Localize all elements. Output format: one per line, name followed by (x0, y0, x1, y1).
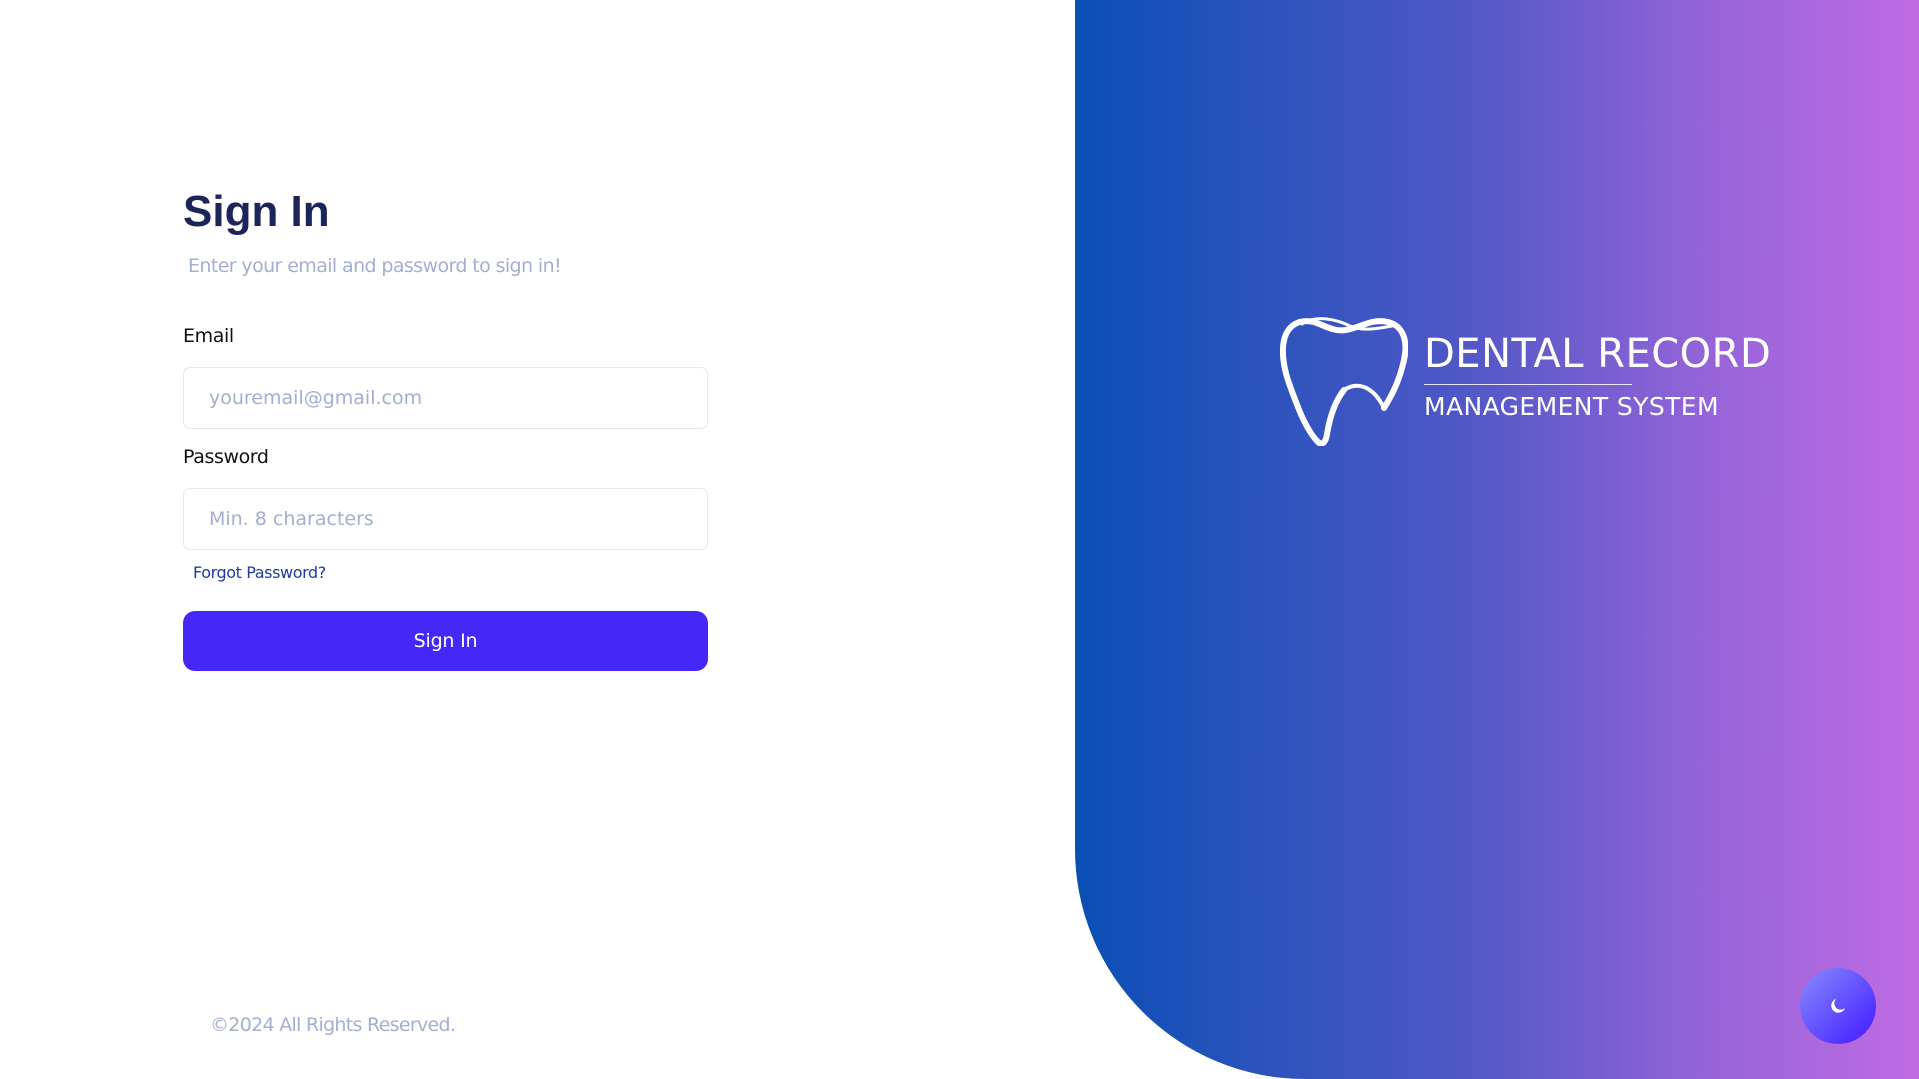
page-title: Sign In (183, 187, 330, 236)
sign-in-button[interactable]: Sign In (183, 611, 708, 671)
copyright-text: ©2024 All Rights Reserved. (210, 1014, 456, 1036)
page-subtitle: Enter your email and password to sign in… (188, 255, 562, 277)
sign-in-form: Sign In Enter your email and password to… (183, 180, 708, 671)
moon-icon (1831, 998, 1846, 1013)
password-label: Password (183, 446, 269, 468)
brand-panel: DENTAL RECORD MANAGEMENT SYSTEM (1075, 0, 1919, 1079)
forgot-password-link[interactable]: Forgot Password? (193, 561, 326, 585)
email-label: Email (183, 325, 234, 347)
sign-in-page: Sign In Enter your email and password to… (0, 0, 1919, 1079)
brand-name-line2: MANAGEMENT SYSTEM (1424, 392, 1719, 421)
brand-divider (1424, 384, 1632, 385)
theme-toggle-button[interactable] (1800, 968, 1876, 1044)
brand-name-line1: DENTAL RECORD (1424, 331, 1772, 377)
password-field[interactable] (183, 488, 708, 550)
tooth-logo-icon (1280, 317, 1408, 446)
brand-logo: DENTAL RECORD MANAGEMENT SYSTEM (1280, 316, 1800, 446)
email-field[interactable] (183, 367, 708, 429)
